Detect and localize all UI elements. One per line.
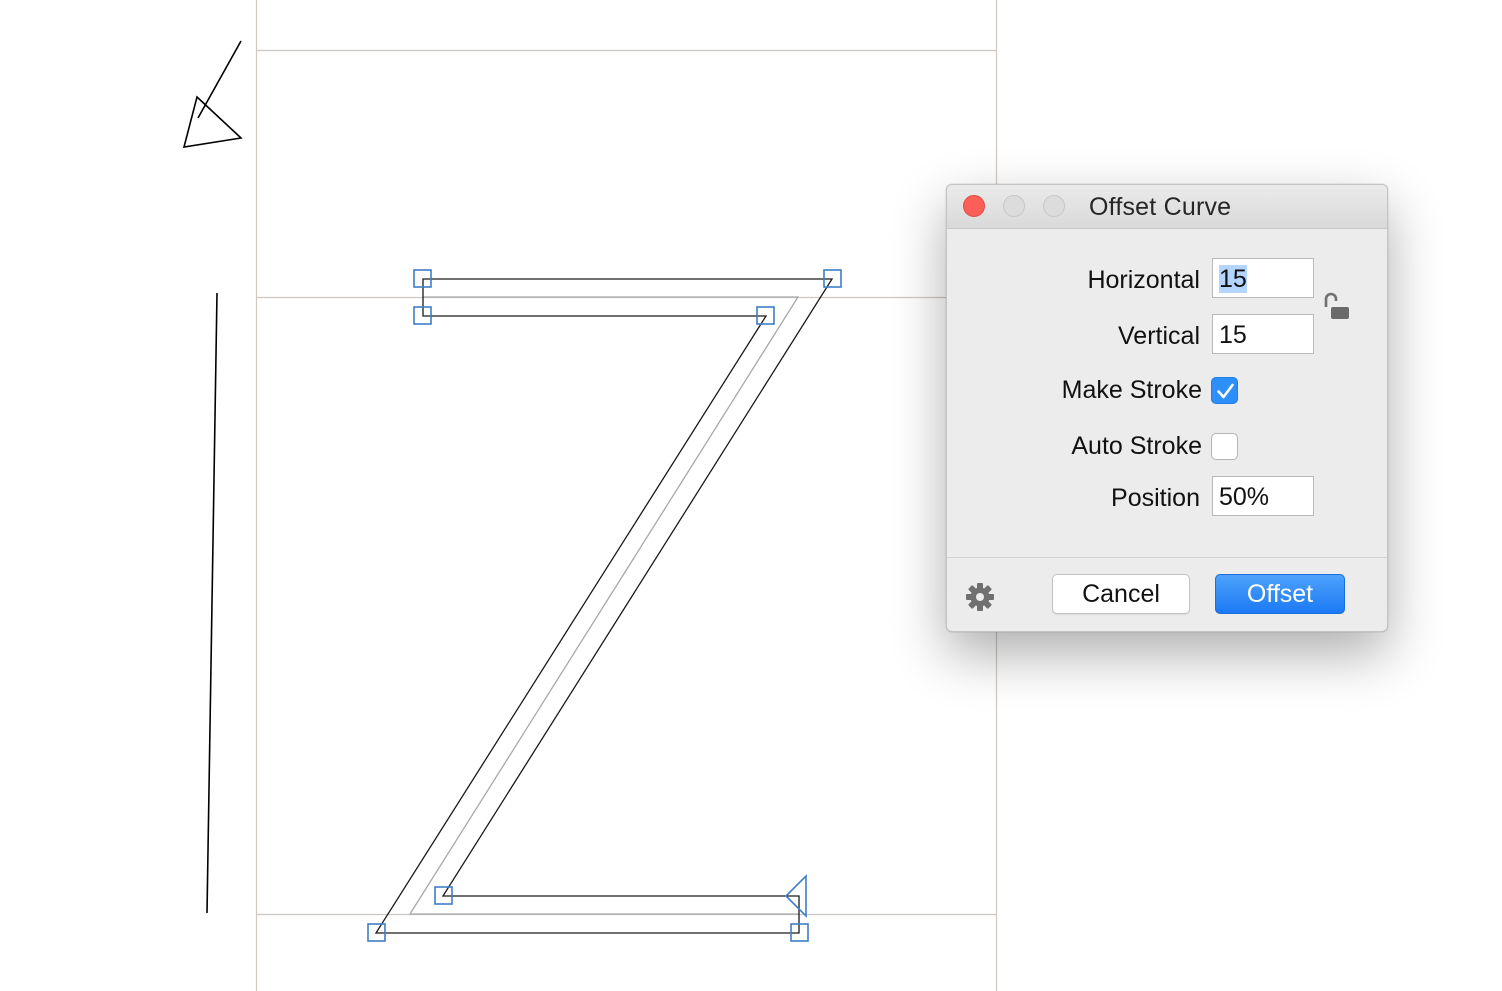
position-field[interactable]: 50% — [1212, 476, 1314, 516]
position-value: 50% — [1219, 483, 1270, 511]
unlocked-padlock-icon[interactable] — [1321, 291, 1351, 321]
background-triangle — [182, 95, 243, 148]
horizontal-label: Horizontal — [1087, 266, 1200, 294]
vertical-value: 15 — [1219, 321, 1247, 349]
vertical-field[interactable]: 15 — [1212, 314, 1314, 354]
offset-curve-dialog: Offset Curve Horizontal 15 Vertical 15 M… — [946, 184, 1388, 632]
make-stroke-label: Make Stroke — [1061, 376, 1202, 404]
auto-stroke-label: Auto Stroke — [1071, 432, 1202, 460]
minimize-window-button — [1003, 195, 1025, 217]
dialog-divider — [947, 557, 1387, 558]
checkmark-icon — [1217, 383, 1234, 399]
close-window-button[interactable] — [963, 195, 985, 217]
make-stroke-checkbox[interactable] — [1211, 377, 1238, 404]
dialog-title: Offset Curve — [1089, 193, 1232, 221]
metric-guides — [255, 0, 998, 991]
background-line-diagonal — [197, 40, 242, 119]
offset-button[interactable]: Offset — [1215, 574, 1345, 614]
horizontal-value: 15 — [1219, 265, 1247, 293]
cancel-button[interactable]: Cancel — [1052, 574, 1190, 614]
gear-icon[interactable] — [964, 581, 996, 613]
dialog-titlebar[interactable]: Offset Curve — [947, 185, 1387, 229]
zoom-window-button — [1043, 195, 1065, 217]
background-strokes — [182, 40, 243, 914]
position-label: Position — [1111, 484, 1200, 512]
background-line-vertical — [206, 292, 218, 914]
auto-stroke-checkbox[interactable] — [1211, 433, 1238, 460]
horizontal-field[interactable]: 15 — [1212, 258, 1314, 298]
vertical-label: Vertical — [1118, 322, 1200, 350]
original-z-path — [408, 296, 800, 915]
